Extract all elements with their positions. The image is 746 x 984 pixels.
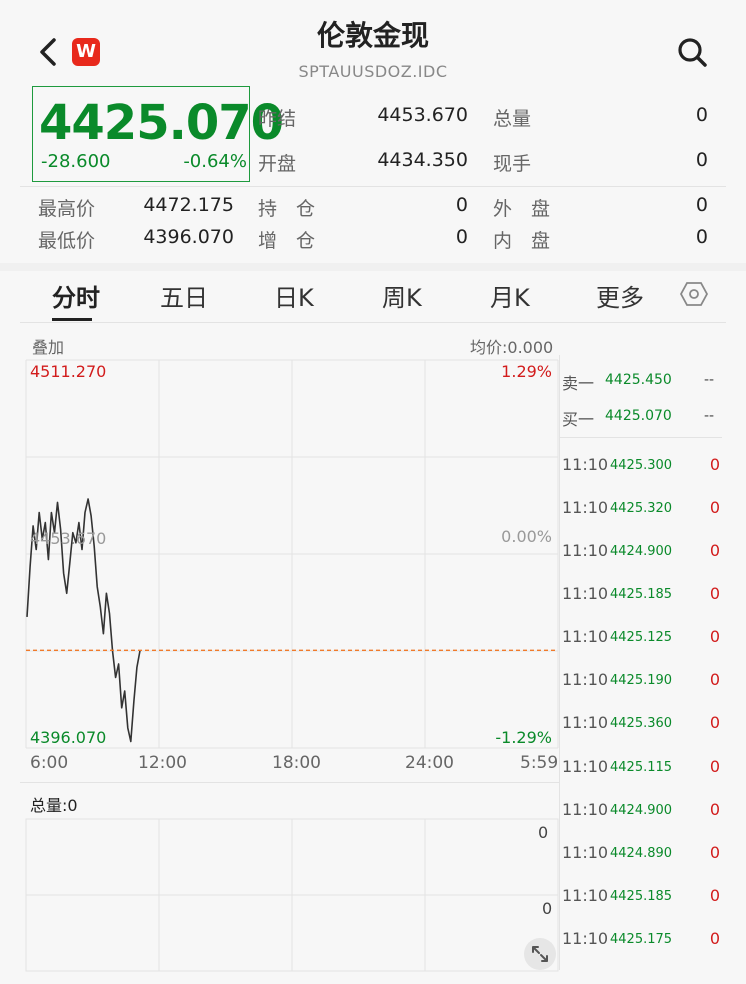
stat-value-current-hand: 0	[695, 149, 708, 171]
tick-row: 11:10 4425.185 0	[562, 886, 720, 905]
stat-label-outer: 外 盘	[493, 198, 551, 220]
symbol-code: SPTAUUSDOZ.IDC	[298, 62, 448, 81]
tab-active-indicator	[52, 318, 92, 321]
tick-row: 11:10 4424.890 0	[562, 843, 720, 862]
stat-label-prev-settle: 昨结	[258, 108, 297, 130]
section-gap	[0, 263, 746, 271]
expand-icon	[532, 946, 548, 962]
stat-value-inner: 0	[695, 226, 708, 248]
stat-label-inner: 内 盘	[493, 230, 551, 252]
tick-row: 11:10 4425.190 0	[562, 670, 720, 689]
tab-more[interactable]: 更多	[596, 278, 644, 313]
tick-row: 11:10 4425.125 0	[562, 627, 720, 646]
tick-row: 11:10 4425.320 0	[562, 498, 720, 517]
page-title: 伦敦金现	[316, 19, 429, 52]
ask-label: 卖一	[562, 374, 595, 393]
stat-value-total-volume: 0	[695, 104, 708, 126]
volume-chart	[25, 818, 559, 972]
axis-min-price: 4396.070	[30, 728, 107, 747]
chart-grid	[25, 359, 559, 749]
price-change-pct: -0.64%	[183, 151, 247, 172]
tick-row: 11:10 4425.185 0	[562, 584, 720, 603]
bid-label: 买一	[562, 410, 595, 429]
intraday-chart[interactable]	[0, 355, 560, 755]
ask-volume: --	[704, 372, 715, 388]
tick-row: 11:10 4425.360 0	[562, 713, 720, 732]
axis-max-pct: 1.29%	[501, 362, 552, 381]
axis-mid-pct: 0.00%	[501, 527, 552, 546]
stat-label-open-interest: 持 仓	[258, 198, 316, 220]
current-price: 4425.070	[39, 95, 284, 151]
axis-mid-price: 4453.670	[30, 529, 107, 548]
price-box: 4425.070 -28.600 -0.64%	[32, 86, 284, 182]
stat-label-total-volume: 总量	[493, 108, 532, 130]
stat-label-open: 开盘	[258, 153, 297, 175]
time-label-end: 5:59	[520, 753, 559, 773]
stat-label-current-hand: 现手	[493, 153, 532, 175]
search-icon[interactable]	[674, 34, 710, 70]
time-label-18: 18:00	[272, 753, 321, 773]
stat-label-oi-change: 增 仓	[258, 230, 316, 252]
tick-row: 11:10 4425.175 0	[562, 929, 720, 948]
time-label-24: 24:00	[405, 753, 454, 773]
volume-axis-max: 0	[538, 823, 549, 842]
volume-label: 总量:0	[30, 796, 78, 815]
stat-value-high: 4472.175	[143, 194, 234, 216]
tick-row: 11:10 4425.300 0	[562, 455, 720, 474]
divider	[20, 186, 726, 187]
stat-label-low: 最低价	[38, 230, 96, 252]
stat-value-open-interest: 0	[455, 194, 468, 216]
settings-icon[interactable]	[680, 280, 708, 308]
bid-volume: --	[704, 408, 715, 424]
panel-divider	[559, 355, 560, 970]
stat-value-low: 4396.070	[143, 226, 234, 248]
tab-daily-k[interactable]: 日K	[274, 278, 314, 313]
tab-monthly-k[interactable]: 月K	[490, 278, 530, 313]
divider	[20, 322, 726, 323]
stat-label-high: 最高价	[38, 198, 96, 220]
divider	[560, 437, 722, 438]
axis-min-pct: -1.29%	[495, 728, 552, 747]
price-change: -28.600	[41, 151, 111, 172]
axis-max-price: 4511.270	[30, 362, 107, 381]
expand-button[interactable]	[524, 938, 556, 970]
divider	[20, 782, 560, 783]
time-label-start: 6:00	[30, 753, 69, 773]
tab-intraday[interactable]: 分时	[52, 278, 100, 313]
time-label-12: 12:00	[138, 753, 187, 773]
tick-row: 11:10 4424.900 0	[562, 800, 720, 819]
volume-axis-mid: 0	[542, 899, 553, 918]
stat-value-oi-change: 0	[455, 226, 468, 248]
bid-price: 4425.070	[605, 408, 672, 424]
tick-row: 11:10 4424.900 0	[562, 541, 720, 560]
tab-five-day[interactable]: 五日	[160, 278, 208, 313]
tick-row: 11:10 4425.115 0	[562, 757, 720, 776]
stat-value-prev-settle: 4453.670	[377, 104, 468, 126]
tab-weekly-k[interactable]: 周K	[382, 278, 422, 313]
stat-value-outer: 0	[695, 194, 708, 216]
stat-value-open: 4434.350	[377, 149, 468, 171]
ask-price: 4425.450	[605, 372, 672, 388]
